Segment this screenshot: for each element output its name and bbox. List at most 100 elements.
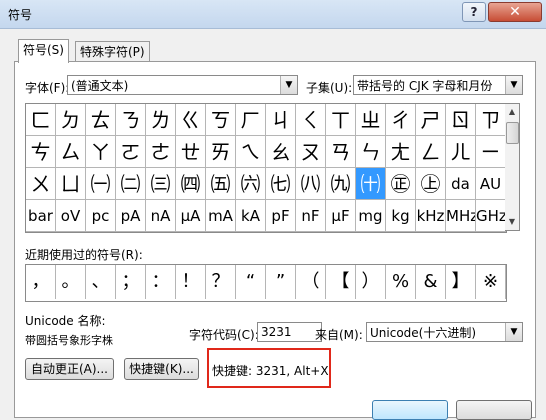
symbol-cell[interactable]: ㊣	[386, 168, 416, 200]
symbol-cell[interactable]: nA	[146, 200, 176, 232]
symbol-cell[interactable]: ㈤	[206, 168, 236, 200]
symbol-cell[interactable]: ㄑ	[296, 104, 326, 136]
symbol-cell[interactable]: ㄞ	[206, 136, 236, 168]
font-select[interactable]: (普通文本) ▼	[67, 75, 298, 95]
symbol-cell[interactable]: ㄕ	[416, 104, 446, 136]
symbol-cell[interactable]: ㄟ	[236, 136, 266, 168]
symbol-cell[interactable]: ㈨	[326, 168, 356, 200]
close-button[interactable]: ✕	[488, 2, 542, 22]
symbol-cell[interactable]: ㄣ	[356, 136, 386, 168]
symbol-cell[interactable]: ㄠ	[266, 136, 296, 168]
symbol-cell[interactable]: ㄌ	[146, 104, 176, 136]
symbol-grid[interactable]: ㄈㄉㄊㄋㄌㄍㄎㄏㄐㄑㄒㄓㄔㄕㄖㄗㄘㄙㄚㄛㄜㄝㄞㄟㄠㄡㄢㄣㄤㄥㄦㄧㄨㄩ㈠㈡㈢㈣㈤㈥…	[25, 103, 507, 233]
symbol-cell[interactable]: AU	[476, 168, 506, 200]
symbol-cell[interactable]: mA	[206, 200, 236, 232]
recent-symbol-cell[interactable]: 、	[86, 265, 116, 299]
symbol-cell[interactable]: ㈦	[266, 168, 296, 200]
symbol-grid-scrollbar[interactable]: ▲ ▼	[505, 103, 520, 231]
symbol-cell[interactable]: ㄋ	[116, 104, 146, 136]
symbol-cell[interactable]: ㈩	[356, 168, 386, 200]
symbol-cell[interactable]: ㄜ	[146, 136, 176, 168]
symbol-cell[interactable]: ㄏ	[236, 104, 266, 136]
recent-symbol-cell[interactable]: ？	[206, 265, 236, 299]
recent-symbol-cell[interactable]: ）	[356, 265, 386, 299]
symbol-cell[interactable]: ㄉ	[56, 104, 86, 136]
symbol-cell[interactable]: kHz	[416, 200, 446, 232]
from-select[interactable]: Unicode(十六进制) ▼	[366, 322, 523, 342]
chevron-down-icon[interactable]: ▼	[505, 76, 522, 94]
symbol-cell[interactable]: μF	[326, 200, 356, 232]
symbol-cell[interactable]: ㈡	[116, 168, 146, 200]
help-button[interactable]: ?	[462, 2, 486, 22]
recent-symbol-cell[interactable]: ；	[116, 265, 146, 299]
recent-symbol-cell[interactable]: “	[236, 265, 266, 299]
symbol-cell[interactable]: ㄊ	[86, 104, 116, 136]
symbol-cell[interactable]: kg	[386, 200, 416, 232]
symbol-cell[interactable]: ㄒ	[326, 104, 356, 136]
shortcut-key-button[interactable]: 快捷键(K)...	[124, 358, 199, 380]
symbol-cell[interactable]: ㄐ	[266, 104, 296, 136]
symbol-cell[interactable]: pA	[116, 200, 146, 232]
symbol-cell[interactable]: nF	[296, 200, 326, 232]
symbol-cell[interactable]: GHz	[476, 200, 506, 232]
scroll-up-icon[interactable]: ▲	[505, 105, 519, 119]
recent-symbol-cell[interactable]: ”	[266, 265, 296, 299]
symbol-cell[interactable]: ㄓ	[356, 104, 386, 136]
symbol-cell[interactable]: pF	[266, 200, 296, 232]
symbol-cell[interactable]: kA	[236, 200, 266, 232]
symbol-cell[interactable]: ㄦ	[446, 136, 476, 168]
symbol-cell[interactable]: ㈥	[236, 168, 266, 200]
tab-special-characters[interactable]: 特殊字符(P)	[75, 41, 150, 62]
symbol-cell[interactable]: ㈠	[86, 168, 116, 200]
symbol-cell[interactable]: ㈢	[146, 168, 176, 200]
symbol-cell[interactable]: ㊤	[416, 168, 446, 200]
tab-symbols[interactable]: 符号(S)	[18, 39, 69, 63]
symbol-cell[interactable]: ㄛ	[116, 136, 146, 168]
symbol-cell[interactable]: ㄚ	[86, 136, 116, 168]
cancel-button[interactable]	[456, 400, 532, 420]
recent-symbol-cell[interactable]: ※	[476, 265, 506, 299]
recent-symbol-cell[interactable]: %	[386, 265, 416, 299]
symbol-cell[interactable]: ㄤ	[386, 136, 416, 168]
symbol-cell[interactable]: ㄖ	[446, 104, 476, 136]
symbol-cell[interactable]: ㄔ	[386, 104, 416, 136]
symbol-cell[interactable]: ㄎ	[206, 104, 236, 136]
recent-symbol-cell[interactable]: 】	[446, 265, 476, 299]
symbol-cell[interactable]: ㄨ	[26, 168, 56, 200]
symbol-cell[interactable]: ㄍ	[176, 104, 206, 136]
symbol-cell[interactable]: ㄡ	[296, 136, 326, 168]
symbol-cell[interactable]: ㄥ	[416, 136, 446, 168]
char-code-input[interactable]: 3231	[257, 322, 322, 342]
recent-symbol-cell[interactable]: ：	[146, 265, 176, 299]
recent-symbol-cell[interactable]: &	[416, 265, 446, 299]
chevron-down-icon[interactable]: ▼	[280, 76, 297, 94]
symbol-cell[interactable]: ㈧	[296, 168, 326, 200]
subset-select[interactable]: 带括号的 CJK 字母和月份 ▼	[353, 75, 523, 95]
symbol-cell[interactable]: oV	[56, 200, 86, 232]
autocorrect-button[interactable]: 自动更正(A)...	[25, 358, 114, 380]
recent-symbol-cell[interactable]: （	[296, 265, 326, 299]
recent-symbol-cell[interactable]: ！	[176, 265, 206, 299]
symbol-cell[interactable]: pc	[86, 200, 116, 232]
symbol-cell[interactable]: MHz	[446, 200, 476, 232]
symbol-cell[interactable]: ㄢ	[326, 136, 356, 168]
scroll-down-icon[interactable]: ▼	[505, 215, 519, 229]
symbol-cell[interactable]: da	[446, 168, 476, 200]
symbol-cell[interactable]: ㄗ	[476, 104, 506, 136]
symbol-cell[interactable]: ㄈ	[26, 104, 56, 136]
symbol-cell[interactable]: ㄘ	[26, 136, 56, 168]
symbol-cell[interactable]: bar	[26, 200, 56, 232]
symbol-cell[interactable]: ㄙ	[56, 136, 86, 168]
recent-symbols-grid[interactable]: ，。、；：！？ “” （【）% &】 ※	[25, 264, 507, 302]
symbol-cell[interactable]: ㄝ	[176, 136, 206, 168]
symbol-cell[interactable]: ㄧ	[476, 136, 506, 168]
scrollbar-thumb[interactable]	[506, 122, 519, 144]
symbol-cell[interactable]: μA	[176, 200, 206, 232]
chevron-down-icon[interactable]: ▼	[505, 323, 522, 341]
recent-symbol-cell[interactable]: 【	[326, 265, 356, 299]
recent-symbol-cell[interactable]: ，	[26, 265, 56, 299]
symbol-cell[interactable]: ㈣	[176, 168, 206, 200]
insert-button[interactable]	[372, 400, 448, 420]
recent-symbol-cell[interactable]: 。	[56, 265, 86, 299]
symbol-cell[interactable]: mg	[356, 200, 386, 232]
